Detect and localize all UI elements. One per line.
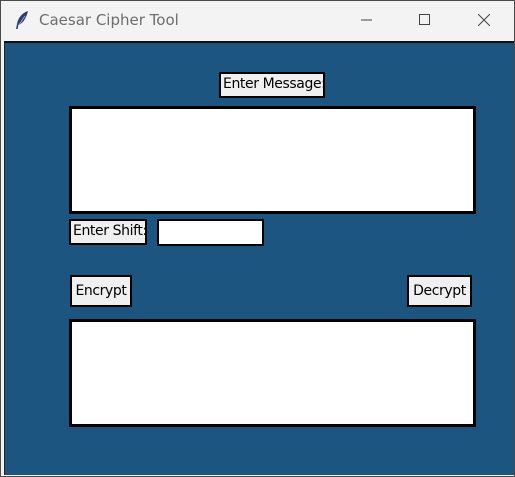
app-window: Caesar Cipher Tool Enter Message: Enter … xyxy=(0,0,515,477)
maximize-icon xyxy=(419,14,430,25)
encrypt-button[interactable]: Encrypt xyxy=(70,275,132,307)
minimize-button[interactable] xyxy=(339,1,397,40)
shift-label: Enter Shift: xyxy=(69,219,147,245)
maximize-button[interactable] xyxy=(397,1,455,40)
message-label: Enter Message: xyxy=(219,72,326,98)
message-input[interactable] xyxy=(69,106,476,214)
minimize-icon xyxy=(361,19,372,21)
close-button[interactable] xyxy=(456,1,514,40)
result-output[interactable] xyxy=(69,319,476,427)
title-bar[interactable]: Caesar Cipher Tool xyxy=(1,1,514,40)
feather-icon xyxy=(14,10,30,30)
close-icon xyxy=(478,14,490,26)
decrypt-button[interactable]: Decrypt xyxy=(407,275,472,307)
window-title: Caesar Cipher Tool xyxy=(39,11,179,29)
shift-input[interactable] xyxy=(157,219,264,246)
main-panel: Enter Message: Enter Shift: Encrypt Decr… xyxy=(4,41,514,475)
